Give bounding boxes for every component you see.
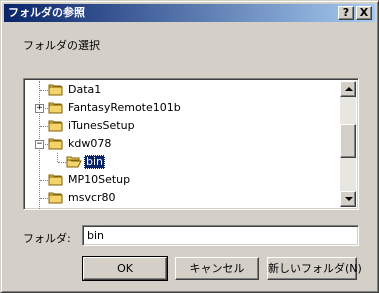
arrow-up-icon: [345, 87, 353, 91]
vertical-scrollbar[interactable]: [340, 81, 356, 207]
tree-connector-line: [40, 180, 48, 181]
tree-connector-line: [57, 153, 58, 162]
tree-connector-line: [58, 162, 66, 163]
expand-toggle[interactable]: +: [35, 104, 44, 113]
tree-node-label[interactable]: kdw078: [66, 137, 113, 151]
collapse-toggle[interactable]: −: [35, 140, 44, 149]
tree-node-label[interactable]: msvcr80: [66, 191, 118, 205]
scroll-thumb[interactable]: [340, 124, 356, 158]
tree-node-label[interactable]: bin: [84, 155, 106, 169]
tree-connector-line: [40, 126, 48, 127]
title-bar[interactable]: フォルダの参照 ? X: [4, 4, 375, 22]
folder-field-label: フォルダ:: [23, 232, 71, 245]
tree-connector-line: [40, 90, 48, 91]
folder-tree[interactable]: Data1 + FantasyRemote101b iTunesSetup − kdw07…: [23, 78, 359, 210]
close-button[interactable]: X: [356, 6, 372, 20]
tree-connector-line: [40, 198, 48, 199]
cancel-button[interactable]: キャンセル: [175, 257, 259, 280]
ok-button[interactable]: OK: [82, 256, 168, 281]
tree-node-label[interactable]: FantasyRemote101b: [66, 101, 183, 115]
tree-node-label[interactable]: Data1: [66, 83, 103, 97]
tree-node-label[interactable]: iTunesSetup: [66, 119, 137, 133]
scroll-down-button[interactable]: [340, 191, 356, 207]
arrow-down-icon: [345, 197, 353, 201]
new-folder-button[interactable]: 新しいフォルダ(N): [267, 257, 362, 280]
tree-node-label[interactable]: MP10Setup: [66, 173, 132, 187]
help-button[interactable]: ?: [338, 6, 354, 20]
window-title: フォルダの参照: [8, 6, 85, 19]
folder-name-input[interactable]: [82, 225, 359, 246]
scroll-up-button[interactable]: [340, 81, 356, 97]
browse-folder-dialog: フォルダの参照 ? X フォルダの選択 Data1 + FantasyRemote1…: [0, 0, 379, 293]
folder-tree-content: Data1 + FantasyRemote101b iTunesSetup − kdw07…: [26, 81, 338, 209]
dialog-prompt: フォルダの選択: [23, 39, 100, 52]
